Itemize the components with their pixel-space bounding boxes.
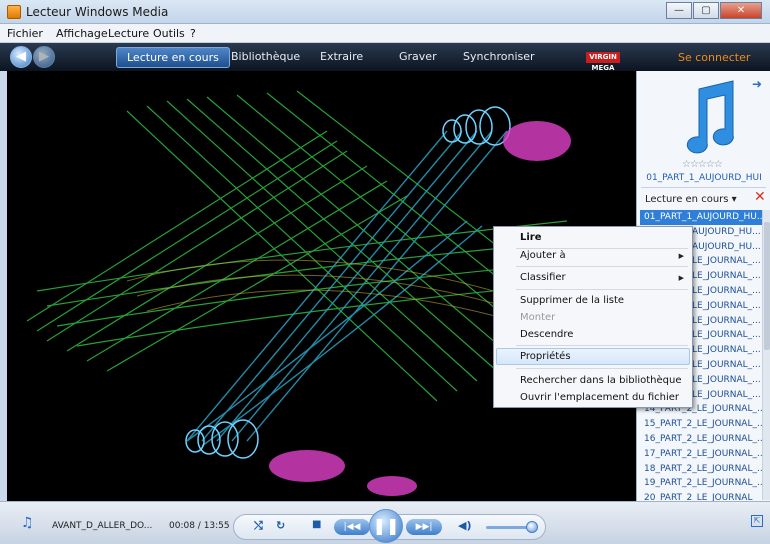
menu-affichage[interactable]: Affichage xyxy=(56,27,108,40)
menu-help[interactable]: ? xyxy=(190,27,196,40)
previous-button[interactable]: |◀◀ xyxy=(334,519,370,535)
menu-item-rechercher[interactable]: Rechercher dans la bibliothèque xyxy=(520,375,682,386)
now-playing-title: 01_PART_1_AUJOURD_HUI xyxy=(646,173,762,183)
window-title: Lecteur Windows Media xyxy=(26,5,169,19)
close-window-button[interactable]: ✕ xyxy=(720,2,762,19)
sign-in-link[interactable]: Se connecter xyxy=(678,51,750,64)
panel-divider xyxy=(641,187,766,188)
scrollbar-thumb[interactable] xyxy=(764,222,770,350)
menu-item-lire[interactable]: Lire xyxy=(520,232,542,243)
switch-to-compact-icon[interactable]: ⇱ xyxy=(751,515,763,527)
title-bar: Lecteur Windows Media — ▢ ✕ xyxy=(0,0,770,24)
tab-bibliotheque[interactable]: Bibliothèque xyxy=(231,50,300,63)
menu-fichier[interactable]: Fichier xyxy=(7,27,43,40)
menu-item-supprimer[interactable]: Supprimer de la liste xyxy=(520,295,624,306)
tab-lecture-en-cours[interactable]: Lecture en cours xyxy=(116,47,230,68)
next-button[interactable]: ▶▶| xyxy=(406,519,442,535)
playlist-dropdown[interactable]: Lecture en cours ▾ xyxy=(645,194,737,205)
list-item[interactable]: 18_PART_2_LE_JOURNAL_... xyxy=(640,462,762,477)
list-item[interactable]: 01_PART_1_AUJOURD_HU... xyxy=(640,210,762,225)
list-item[interactable]: 17_PART_2_LE_JOURNAL_... xyxy=(640,447,762,462)
repeat-icon[interactable]: ↻ xyxy=(276,519,285,532)
menu-bar: Fichier Affichage Lecture Outils ? xyxy=(0,24,770,43)
minimize-button[interactable]: — xyxy=(666,2,692,19)
back-arrow-icon[interactable]: ◀ xyxy=(10,46,32,68)
menu-separator xyxy=(516,289,688,290)
media-player-app-icon xyxy=(7,5,21,19)
music-note-small-icon: ♫ xyxy=(21,515,34,531)
menu-separator xyxy=(516,368,688,369)
maximize-button[interactable]: ▢ xyxy=(693,2,719,19)
tab-synchroniser[interactable]: Synchroniser xyxy=(463,50,535,63)
menu-item-ouvrir-emplacement[interactable]: Ouvrir l'emplacement du fichier xyxy=(520,392,679,403)
current-track-title: AVANT_D_ALLER_DO... xyxy=(52,521,153,531)
shuffle-icon[interactable]: ⤭ xyxy=(254,519,263,533)
menu-separator xyxy=(516,266,688,267)
menu-item-classifier[interactable]: Classifier xyxy=(520,272,566,283)
elapsed-time: 00:08 / 13:55 xyxy=(169,521,230,531)
menu-separator xyxy=(516,248,688,249)
expand-arrow-icon[interactable]: ➜ xyxy=(752,77,762,91)
submenu-arrow-icon: ▶ xyxy=(678,274,684,282)
list-item[interactable]: 19_PART_2_LE_JOURNAL_... xyxy=(640,476,762,491)
context-menu: Lire Ajouter à ▶ Classifier ▶ Supprimer … xyxy=(493,226,693,408)
tab-extraire[interactable]: Extraire xyxy=(320,50,363,63)
navigation-bar: ◀ ▶ Lecture en cours Bibliothèque Extrai… xyxy=(0,43,770,72)
menu-item-ajouter[interactable]: Ajouter à xyxy=(520,250,566,261)
menu-separator xyxy=(516,345,688,346)
stop-icon[interactable]: ■ xyxy=(312,519,321,530)
music-note-icon xyxy=(686,80,734,154)
clear-list-icon[interactable]: ✕ xyxy=(754,189,766,205)
pause-button[interactable]: ❚❚ xyxy=(369,509,403,543)
menu-item-descendre[interactable]: Descendre xyxy=(520,329,573,340)
submenu-arrow-icon: ▶ xyxy=(678,252,684,260)
mute-speaker-icon[interactable]: ◀) xyxy=(458,519,472,532)
volume-knob[interactable] xyxy=(526,521,538,533)
menu-item-monter: Monter xyxy=(520,312,556,323)
playlist-scrollbar[interactable] xyxy=(762,210,770,500)
menu-lecture[interactable]: Lecture xyxy=(108,27,149,40)
menu-item-proprietes[interactable]: Propriétés xyxy=(520,351,571,362)
rating-stars[interactable]: ☆☆☆☆☆ xyxy=(682,159,723,170)
forward-arrow-icon[interactable]: ▶ xyxy=(33,46,55,68)
list-item[interactable]: 15_PART_2_LE_JOURNAL_... xyxy=(640,417,762,432)
list-item[interactable]: 16_PART_2_LE_JOURNAL_... xyxy=(640,432,762,447)
tab-graver[interactable]: Graver xyxy=(399,50,437,63)
menu-outils[interactable]: Outils xyxy=(153,27,185,40)
window-controls: — ▢ ✕ xyxy=(666,2,762,19)
transport-controls: ⤭ ↻ ■ |◀◀ ❚❚ ▶▶| ◀) xyxy=(233,509,546,543)
store-logo[interactable]: VIRGIN MEGA xyxy=(586,52,620,72)
playback-bar: ♫ AVANT_D_ALLER_DO... 00:08 / 13:55 ⤭ ↻ … xyxy=(0,501,770,544)
